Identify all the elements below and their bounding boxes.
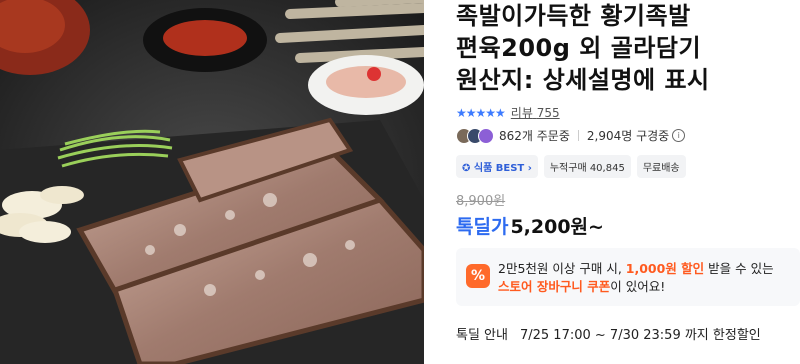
- watchers-count: 2,904명 구경중: [586, 129, 670, 143]
- deal-notice: 톡딜 안내 7/25 17:00 ~ 7/30 23:59 까지 한정할인: [456, 324, 761, 343]
- coupon-banner[interactable]: % 2만5천원 이상 구매 시, 1,000원 할인 받을 수 있는 스토어 장…: [456, 248, 800, 306]
- deal-label: 톡딜가: [456, 216, 509, 238]
- coupon-name-highlight: 스토어 장바구니 쿠폰: [498, 279, 611, 294]
- coupon-text-segment: 이 있어요!: [610, 279, 666, 294]
- product-photo[interactable]: [0, 0, 424, 364]
- pork-hock-photo-illustration: [0, 0, 424, 364]
- title-line: 편육200g 외 골라담기: [456, 34, 702, 62]
- star-rating-icon: ★★★★★: [456, 105, 506, 120]
- title-line: 족발이가득한 황기족발: [456, 2, 691, 30]
- deal-price-row: 톡딜가 5,200원~: [456, 212, 604, 239]
- coupon-text-segment: 받을 수 있는: [704, 261, 774, 276]
- review-count: 755: [536, 106, 560, 120]
- avatar: [478, 127, 494, 144]
- coupon-discount-highlight: 1,000원 할인: [625, 261, 705, 276]
- coupon-percent-icon: %: [466, 264, 490, 288]
- stats-divider: [577, 130, 579, 141]
- rating-row: ★★★★★ 리뷰 755: [456, 104, 560, 121]
- info-icon[interactable]: i: [672, 129, 686, 142]
- deal-notice-label: 톡딜 안내: [456, 328, 508, 343]
- product-page: 족발이가득한 황기족발 편육200g 외 골라담기 원산지: 상세설명에 표시 …: [0, 0, 800, 364]
- orders-count: 862개 주문중: [499, 129, 570, 143]
- title-line: 원산지: 상세설명에 표시: [456, 66, 710, 94]
- chevron-right-icon: ›: [527, 163, 532, 174]
- activity-stats: 862개 주문중 2,904명 구경중 i: [456, 127, 686, 144]
- deal-price: 5,200원~: [510, 216, 604, 238]
- buyer-avatars: [456, 127, 494, 144]
- review-label: 리뷰: [510, 106, 533, 120]
- best-label: 식품 BEST: [473, 163, 525, 174]
- coupon-line-2: 스토어 장바구니 쿠폰이 있어요!: [498, 278, 774, 296]
- product-title: 족발이가득한 황기족발 편육200g 외 골라담기 원산지: 상세설명에 표시: [456, 0, 800, 96]
- deal-notice-period: 7/25 17:00 ~ 7/30 23:59 까지 한정할인: [519, 328, 761, 343]
- best-icon: ✪: [462, 163, 471, 174]
- product-info-panel: 족발이가득한 황기족발 편육200g 외 골라담기 원산지: 상세설명에 표시 …: [424, 0, 800, 364]
- badge-row: ✪ 식품 BEST › 누적구매 40,845 무료배송: [456, 155, 686, 178]
- coupon-line-1: 2만5천원 이상 구매 시, 1,000원 할인 받을 수 있는: [498, 260, 774, 278]
- coupon-text-segment: 2만5천원 이상 구매 시,: [498, 261, 626, 276]
- food-best-badge[interactable]: ✪ 식품 BEST ›: [456, 155, 538, 178]
- review-link[interactable]: 리뷰 755: [511, 104, 560, 121]
- cumulative-purchase-badge: 누적구매 40,845: [543, 155, 631, 178]
- coupon-text: 2만5천원 이상 구매 시, 1,000원 할인 받을 수 있는 스토어 장바구…: [498, 260, 774, 296]
- free-shipping-badge: 무료배송: [636, 155, 686, 178]
- original-price: 8,900원: [456, 194, 506, 209]
